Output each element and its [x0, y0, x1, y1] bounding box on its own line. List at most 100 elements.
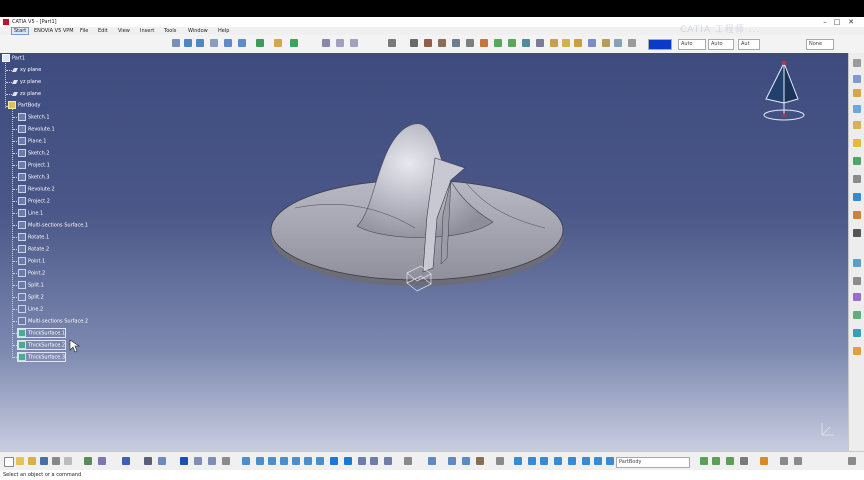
linewidth-combo[interactable]: Aut [738, 39, 760, 50]
help-icon[interactable] [122, 457, 130, 465]
curve-tool-icon[interactable] [853, 139, 861, 147]
axis-system-icon[interactable] [194, 457, 202, 465]
fit-all-icon[interactable] [210, 39, 218, 47]
tree-item[interactable]: xy plane [12, 66, 41, 74]
body-combo[interactable]: PartBody [616, 457, 690, 468]
tree-item[interactable]: Multi-sections Surface.2 [18, 317, 88, 325]
sweep-tool-icon[interactable] [853, 193, 861, 201]
folder-icon[interactable] [28, 457, 36, 465]
repeat-icon[interactable] [496, 457, 504, 465]
curve-icon[interactable] [350, 39, 358, 47]
sweep-icon[interactable] [452, 39, 460, 47]
offset-icon[interactable] [466, 39, 474, 47]
tools-icon[interactable] [274, 39, 282, 47]
zoom-out-bottom-icon[interactable] [304, 457, 312, 465]
menu-start[interactable]: Start [11, 27, 30, 35]
measure-between-icon[interactable] [404, 457, 412, 465]
scan-icon[interactable] [740, 457, 748, 465]
maximize-button[interactable]: □ [832, 18, 842, 26]
rotate-tool-icon[interactable] [853, 311, 861, 319]
trim-tool-icon[interactable] [853, 277, 861, 285]
knowledge-icon[interactable] [582, 457, 590, 465]
new-file-icon[interactable] [4, 457, 14, 467]
tree-root[interactable]: Part1 [2, 54, 25, 62]
tree-item[interactable]: Sketch.1 [18, 113, 50, 121]
fill-tool-icon[interactable] [853, 211, 861, 219]
line-icon[interactable] [336, 39, 344, 47]
save-icon[interactable] [40, 457, 48, 465]
tree-item[interactable]: Line.1 [18, 209, 43, 217]
grid-icon[interactable] [322, 39, 330, 47]
menu-window[interactable]: Window [188, 28, 208, 34]
tree-item-thick[interactable]: ThickSurface.2 [16, 340, 67, 350]
tree-item[interactable]: Revolute.2 [18, 185, 55, 193]
layer-icon[interactable] [628, 39, 636, 47]
tree-item[interactable]: Point.2 [18, 269, 45, 277]
update-icon[interactable] [476, 457, 484, 465]
pan-icon[interactable] [172, 39, 180, 47]
undo-icon[interactable] [196, 39, 204, 47]
shading-mode-icon[interactable] [344, 457, 352, 465]
tree-item[interactable]: yz plane [12, 78, 41, 86]
minimize-button[interactable]: – [820, 18, 830, 26]
tree-item[interactable]: Project.1 [18, 161, 50, 169]
scroll-arrow-icon[interactable] [853, 59, 861, 67]
tree-item[interactable]: Point.1 [18, 257, 45, 265]
insert-body-icon[interactable] [726, 457, 734, 465]
measure-icon[interactable] [410, 39, 418, 47]
swap-space-icon[interactable] [602, 39, 610, 47]
zoom-in-icon[interactable] [224, 39, 232, 47]
hybrid-icon[interactable] [448, 457, 456, 465]
loft-icon[interactable] [480, 39, 488, 47]
tree-item[interactable]: Split.1 [18, 281, 44, 289]
thick-surface-tool-icon[interactable] [760, 457, 768, 465]
tree-item[interactable]: Sketch.2 [18, 149, 50, 157]
law-icon[interactable] [568, 457, 576, 465]
normal-view-icon[interactable] [256, 39, 264, 47]
sketch-icon[interactable] [388, 39, 396, 47]
analysis-tool-icon[interactable] [222, 457, 230, 465]
trim-icon[interactable] [508, 39, 516, 47]
extrude-tool-icon[interactable] [853, 175, 861, 183]
plane-tool-icon[interactable] [853, 121, 861, 129]
tree-item[interactable]: Rotate.1 [18, 233, 49, 241]
tree-item[interactable]: zx plane [12, 90, 41, 98]
workbench-icon[interactable] [853, 75, 861, 83]
sketcher-icon[interactable] [180, 457, 188, 465]
3d-viewport[interactable]: Part1 xy plane yz plane zx plane PartBod… [0, 53, 848, 451]
thickness-combo[interactable]: Auto [708, 39, 734, 50]
menu-file[interactable]: File [80, 28, 88, 34]
tree-item[interactable]: Sketch.3 [18, 173, 50, 181]
extract-icon[interactable] [514, 457, 522, 465]
swap-visible-icon[interactable] [370, 457, 378, 465]
iso-view-icon[interactable] [330, 457, 338, 465]
copy-icon[interactable] [84, 457, 92, 465]
reference-icon[interactable] [208, 457, 216, 465]
redo-icon[interactable] [184, 39, 192, 47]
tree-item-partbody[interactable]: PartBody [8, 101, 41, 109]
material-icon[interactable] [550, 39, 558, 47]
split-tool-icon[interactable] [853, 259, 861, 267]
tree-item-thick[interactable]: ThickSurface.1 [16, 328, 67, 338]
tree-item[interactable]: Project.2 [18, 197, 50, 205]
hide-show-icon[interactable] [588, 39, 596, 47]
menu-view[interactable]: View [118, 28, 130, 34]
hide-show-bottom-icon[interactable] [358, 457, 366, 465]
tree-item[interactable]: Split.2 [18, 293, 44, 301]
layer-combo[interactable]: None [806, 39, 834, 50]
menu-insert[interactable]: Insert [140, 28, 154, 34]
define-work-object-icon[interactable] [606, 457, 614, 465]
close-button[interactable]: ✕ [846, 18, 856, 26]
open-file-icon[interactable] [16, 457, 24, 465]
revolve-icon[interactable] [438, 39, 446, 47]
pan-bottom-icon[interactable] [268, 457, 276, 465]
fly-mode-icon[interactable] [242, 457, 250, 465]
multi-result-icon[interactable] [528, 457, 536, 465]
constraint-icon[interactable] [428, 457, 436, 465]
cut-icon[interactable] [64, 457, 72, 465]
power-copy-icon[interactable] [554, 457, 562, 465]
sew-surface-icon[interactable] [794, 457, 802, 465]
boundary-icon[interactable] [536, 39, 544, 47]
point-tool-icon[interactable] [853, 89, 861, 97]
tree-item[interactable]: Revolute.1 [18, 125, 55, 133]
